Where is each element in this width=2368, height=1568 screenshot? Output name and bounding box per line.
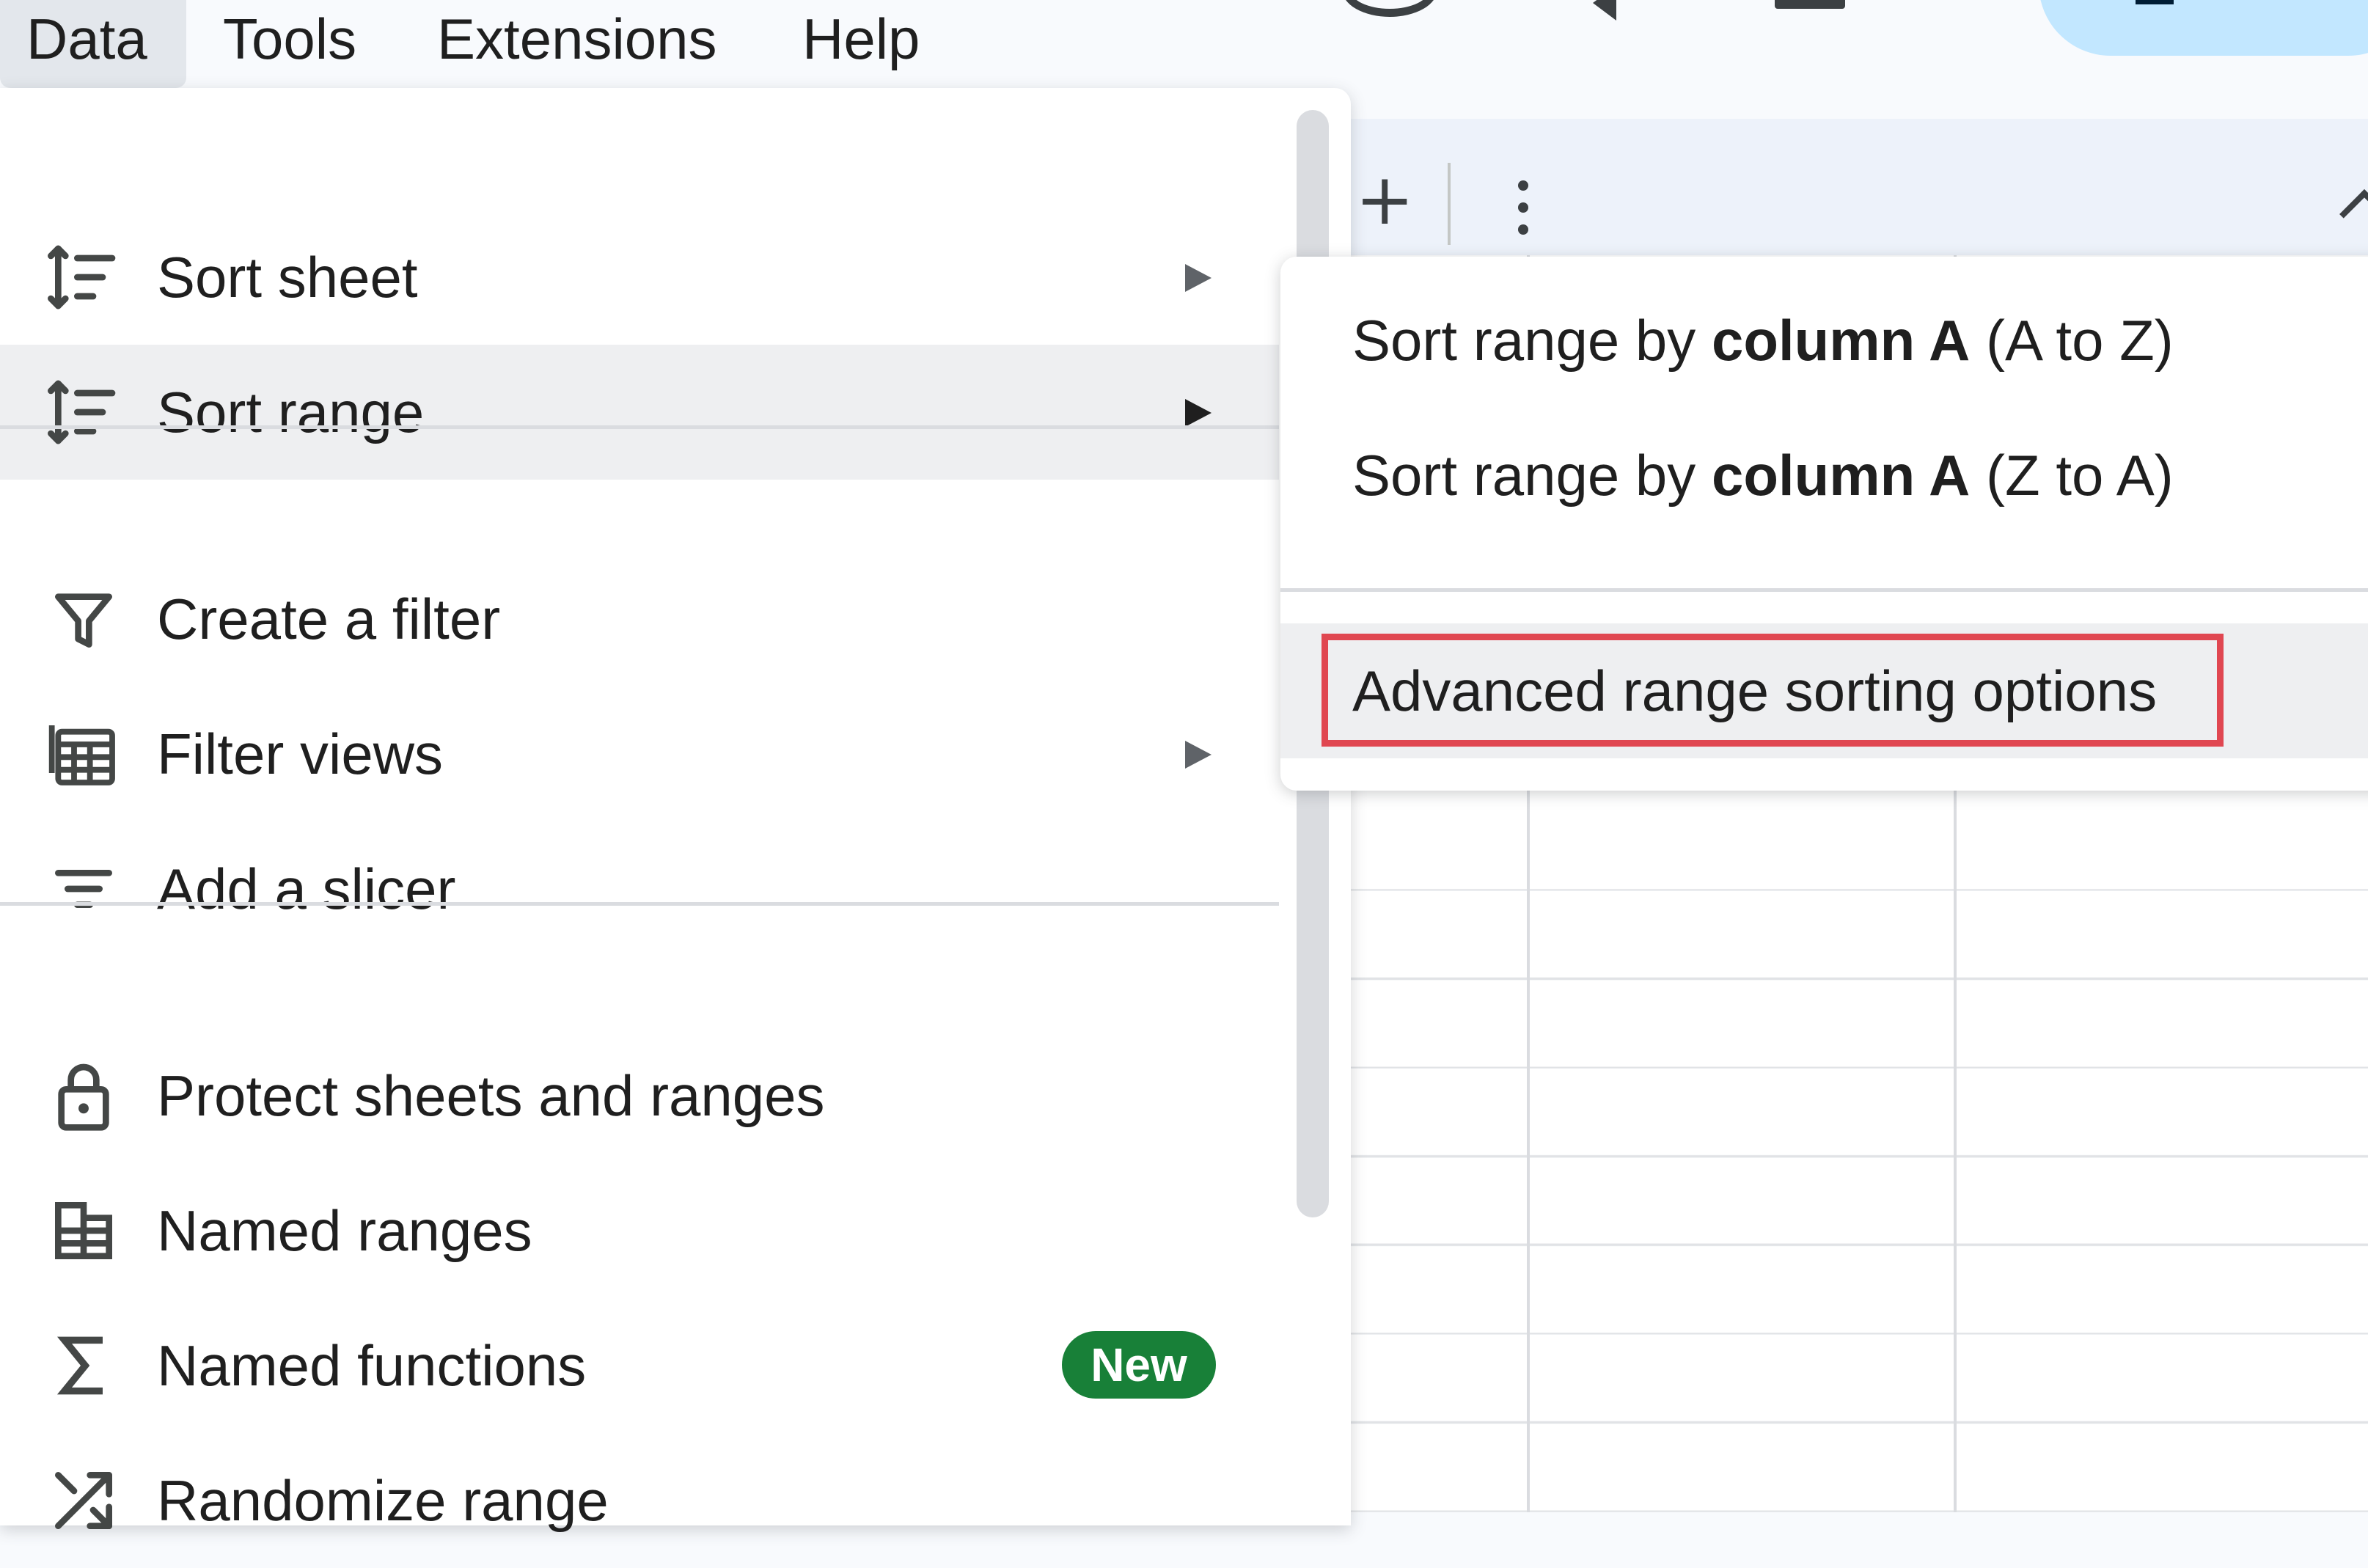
submenu-item-sort-z-to-a[interactable]: Sort range by column A (Z to A) <box>1280 408 2368 543</box>
filter-icon <box>45 581 122 657</box>
sigma-icon <box>45 1327 122 1404</box>
submenu-item-label: Sort range by column A (A to Z) <box>1352 308 2174 373</box>
menu-item-sort-sheet[interactable]: Sort sheet <box>0 210 1279 345</box>
submenu-divider <box>1280 588 2368 592</box>
menu-divider <box>0 902 1279 906</box>
filter-views-icon <box>45 716 122 792</box>
menu-item-label: Filter views <box>157 722 444 786</box>
sort-range-submenu: Sort range by column A (A to Z) Sort ran… <box>1280 257 2368 791</box>
menu-item-label: Named ranges <box>157 1198 532 1263</box>
menu-item-label: Named functions <box>157 1333 587 1398</box>
menu-extensions[interactable]: Extensions <box>411 0 744 88</box>
new-badge: New <box>1062 1331 1216 1399</box>
sort-icon <box>45 374 122 450</box>
menu-item-label: Randomize range <box>157 1468 609 1533</box>
menu-item-label: Sort sheet <box>157 245 418 309</box>
annotation-highlight-box <box>1322 634 2224 747</box>
slicer-icon <box>45 851 122 927</box>
lock-icon <box>45 1058 122 1134</box>
menu-item-create-filter[interactable]: Create a filter <box>0 552 1279 686</box>
submenu-arrow-icon <box>1185 264 1212 292</box>
data-menu: Sort sheet Sort range Create a filter Fi… <box>0 88 1351 1533</box>
menu-item-label: Protect sheets and ranges <box>157 1063 825 1128</box>
menu-item-named-ranges[interactable]: Named ranges <box>0 1163 1279 1298</box>
menu-item-filter-views[interactable]: Filter views <box>0 686 1279 821</box>
menu-help[interactable]: Help <box>776 0 946 88</box>
plus-icon[interactable]: + <box>1355 163 1414 236</box>
sort-icon <box>45 239 122 315</box>
menu-item-named-functions[interactable]: Named functions New <box>0 1298 1279 1433</box>
shuffle-icon <box>45 1462 122 1539</box>
menu-item-randomize-range[interactable]: Randomize range <box>0 1433 1279 1568</box>
menu-item-label: Sort range <box>157 380 425 444</box>
submenu-arrow-icon <box>1185 399 1212 427</box>
share-lock-icon <box>2136 0 2174 4</box>
named-ranges-icon <box>45 1193 122 1269</box>
share-button[interactable] <box>2039 0 2368 56</box>
more-vert-icon[interactable] <box>1518 180 1528 235</box>
comment-icon[interactable] <box>1775 0 1845 9</box>
menu-item-protect-sheets[interactable]: Protect sheets and ranges <box>0 1028 1279 1163</box>
submenu-arrow-icon <box>1185 741 1212 769</box>
menu-data[interactable]: Data <box>0 0 186 88</box>
menu-divider <box>0 425 1279 429</box>
menu-tools[interactable]: Tools <box>197 0 383 88</box>
menu-item-sort-range[interactable]: Sort range <box>0 345 1279 480</box>
submenu-item-label: Sort range by column A (Z to A) <box>1352 443 2174 508</box>
toolbar-divider <box>1448 163 1451 245</box>
meet-icon[interactable] <box>1593 0 1616 21</box>
menu-item-label: Add a slicer <box>157 857 456 921</box>
menu-item-add-slicer[interactable]: Add a slicer <box>0 821 1279 956</box>
menu-bar: Data Tools Extensions Help <box>0 0 2368 88</box>
submenu-item-sort-a-to-z[interactable]: Sort range by column A (A to Z) <box>1280 273 2368 408</box>
menu-item-label: Create a filter <box>157 587 501 651</box>
